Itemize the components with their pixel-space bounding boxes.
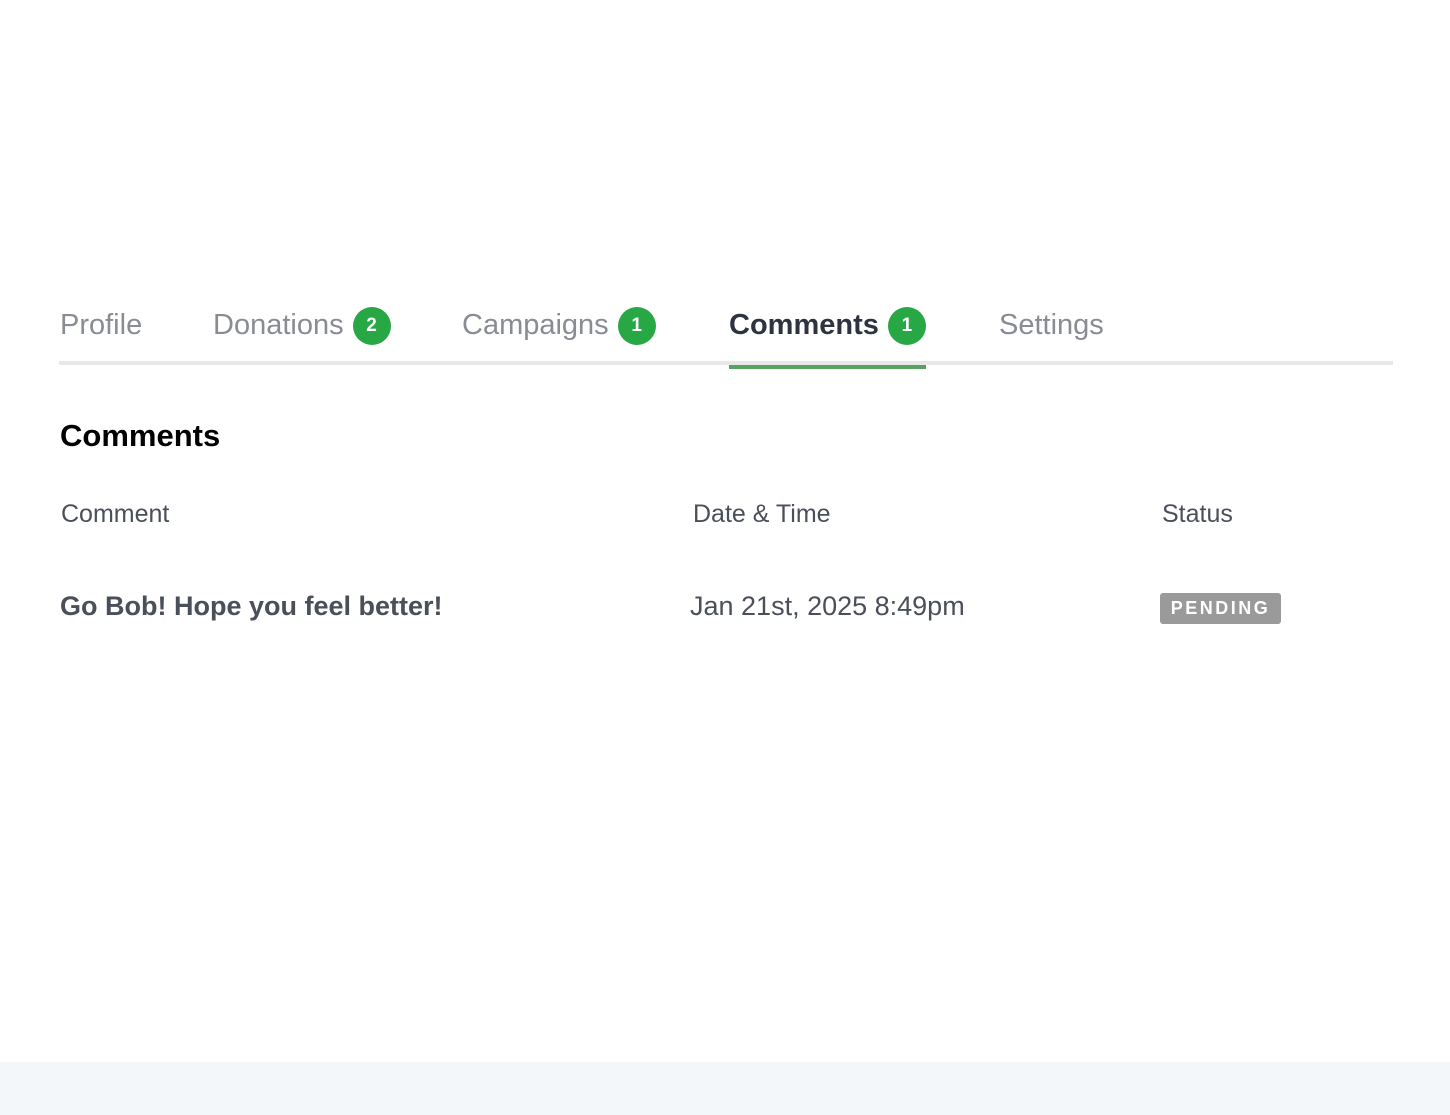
column-header-comment: Comment [61, 500, 170, 528]
tab-campaigns[interactable]: Campaigns 1 [462, 286, 656, 365]
section-title: Comments [60, 418, 221, 453]
tab-comments[interactable]: Comments 1 [729, 286, 926, 369]
tab-label: Profile [60, 309, 143, 341]
count-badge: 1 [617, 306, 656, 345]
tab-donations[interactable]: Donations 2 [213, 286, 391, 365]
tab-settings[interactable]: Settings [999, 286, 1104, 365]
count-badge: 1 [887, 306, 926, 345]
footer-band [0, 1062, 1450, 1115]
comment-datetime: Jan 21st, 2025 8:49pm [690, 591, 965, 621]
tab-profile[interactable]: Profile [60, 286, 142, 365]
column-header-status: Status [1162, 500, 1233, 528]
tab-label: Settings [999, 309, 1104, 341]
count-badge: 2 [352, 306, 391, 345]
comment-text: Go Bob! Hope you feel better! [60, 591, 443, 621]
tab-label: Comments [729, 309, 879, 341]
column-header-datetime: Date & Time [693, 500, 831, 528]
page: Profile Donations 2 Campaigns 1 Comments… [0, 0, 1450, 1115]
tab-label: Campaigns [462, 309, 609, 341]
tab-label: Donations [213, 309, 344, 341]
tab-bar: Profile Donations 2 Campaigns 1 Comments… [59, 286, 1393, 369]
status-badge: PENDING [1160, 593, 1281, 624]
